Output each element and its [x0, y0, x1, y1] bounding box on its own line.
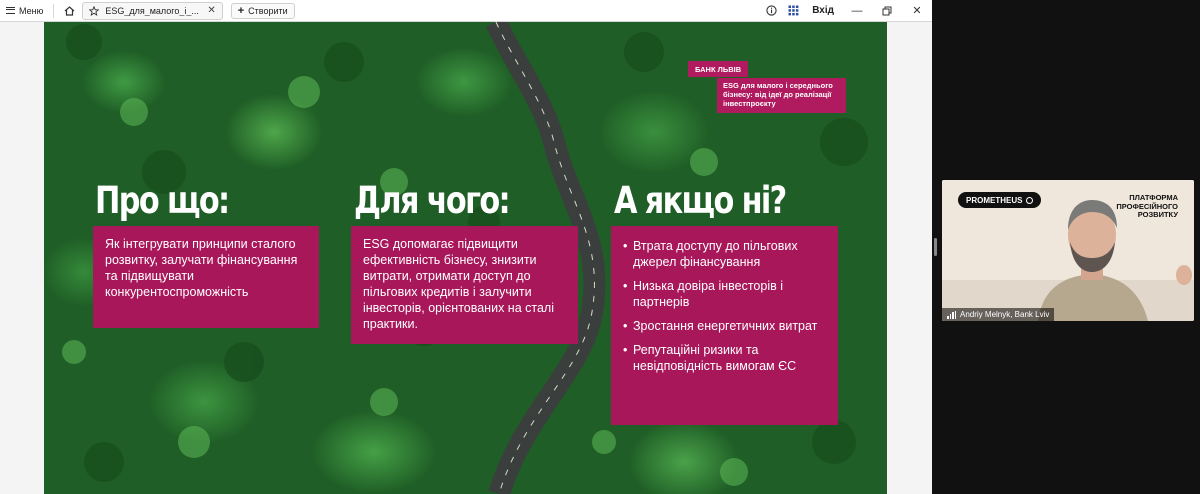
- star-icon[interactable]: [89, 5, 100, 16]
- signal-bars-icon: [947, 310, 956, 319]
- prometheus-logo: PROMETHEUS: [958, 192, 1042, 208]
- title-bar: Меню ESG_для_малого_і_... ✕ + Створити В…: [0, 0, 932, 22]
- close-window-button[interactable]: ✕: [902, 0, 932, 22]
- participant-name: Andriy Melnyk, Bank Lviv: [960, 310, 1050, 319]
- home-button[interactable]: [58, 0, 80, 22]
- heading-risks: А якщо ні?: [614, 179, 787, 222]
- list-item: Втрата доступу до пільгових джерел фінан…: [623, 238, 826, 270]
- menu-button[interactable]: Меню: [0, 0, 49, 22]
- panel-resize-handle[interactable]: [934, 238, 937, 256]
- title-bar-right: Вхід — ✕: [760, 0, 932, 22]
- list-item: Зростання енергетичних витрат: [623, 318, 826, 334]
- new-tab-label: Створити: [248, 5, 288, 16]
- restore-icon: [882, 6, 892, 15]
- participant-name-bar: Andriy Melnyk, Bank Lviv: [942, 308, 1055, 321]
- presentation-slide: БАНК ЛЬВІВ ESG для малого і середнього б…: [44, 22, 887, 494]
- heading-about: Про що:: [95, 179, 230, 222]
- app-window: Меню ESG_для_малого_і_... ✕ + Створити В…: [0, 0, 932, 494]
- heading-purpose: Для чого:: [354, 179, 511, 222]
- platform-caption: ПЛАТФОРМА ПРОФЕСІЙНОГО РОЗВИТКУ: [1116, 193, 1178, 219]
- new-tab-button[interactable]: + Створити: [230, 2, 295, 19]
- card-purpose-text: ESG допомагає підвищити ефективність біз…: [363, 237, 554, 331]
- list-item: Низька довіра інвесторів і партнерів: [623, 278, 826, 310]
- list-item: Репутаційні ризики та невідповідність ви…: [623, 342, 826, 374]
- apps-grid-icon: [788, 5, 799, 16]
- maximize-button[interactable]: [872, 0, 902, 22]
- slide-subtitle: ESG для малого і середнього бізнесу: від…: [717, 78, 846, 113]
- info-icon: [766, 5, 777, 16]
- home-icon: [64, 5, 75, 16]
- plus-icon: +: [237, 4, 245, 17]
- hamburger-icon: [6, 7, 15, 14]
- minimize-icon: —: [851, 4, 863, 17]
- card-about-text: Як інтегрувати принципи сталого розвитку…: [105, 237, 298, 299]
- risk-list: Втрата доступу до пільгових джерел фінан…: [623, 238, 826, 374]
- login-button[interactable]: Вхід: [804, 5, 842, 16]
- brand-name: PROMETHEUS: [966, 195, 1023, 205]
- logo-circle-icon: [1026, 196, 1034, 204]
- card-purpose: ESG допомагає підвищити ефективність біз…: [351, 226, 578, 344]
- info-button[interactable]: [760, 0, 782, 22]
- minimize-button[interactable]: —: [842, 0, 872, 22]
- slide-brand-tag: БАНК ЛЬВІВ: [688, 61, 749, 77]
- apps-button[interactable]: [782, 0, 804, 22]
- card-about: Як інтегрувати принципи сталого розвитку…: [93, 226, 319, 328]
- tab-title: ESG_для_малого_і_...: [105, 5, 199, 16]
- close-window-icon: ✕: [912, 5, 922, 17]
- close-icon[interactable]: ✕: [207, 5, 215, 16]
- tab-document[interactable]: ESG_для_малого_і_... ✕: [82, 1, 223, 20]
- card-risks: Втрата доступу до пільгових джерел фінан…: [611, 226, 838, 425]
- separator: [53, 3, 55, 18]
- video-tile[interactable]: PROMETHEUS ПЛАТФОРМА ПРОФЕСІЙНОГО РОЗВИТ…: [942, 180, 1194, 321]
- menu-label: Меню: [19, 5, 44, 16]
- screen: Меню ESG_для_малого_і_... ✕ + Створити В…: [0, 0, 1200, 494]
